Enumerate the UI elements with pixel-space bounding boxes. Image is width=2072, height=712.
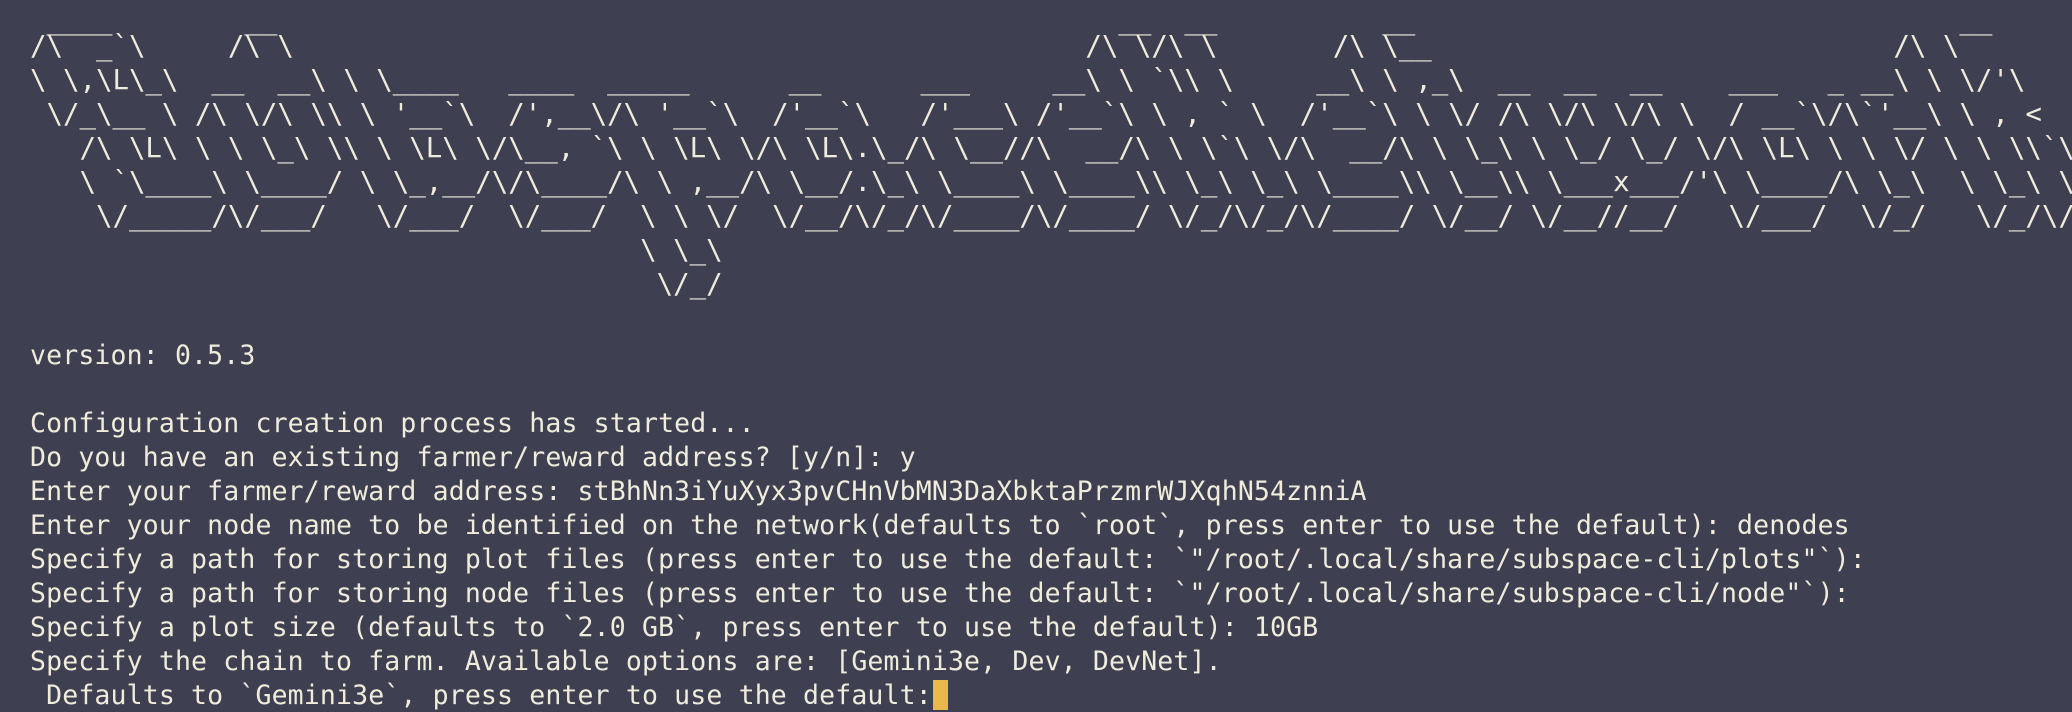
output-line: Enter your farmer/reward address: stBhNn… — [30, 476, 1367, 507]
ascii-banner-line: \ \,\L\_\ __ __\ \ \____ ____ _____ __ _… — [30, 65, 2026, 96]
terminal-window[interactable]: ____ __ __ __ __ __ /\ _`\ /\ \ /\ \/\ \ — [0, 0, 2072, 712]
output-line: Specify a plot size (defaults to `2.0 GB… — [30, 612, 1319, 643]
ascii-banner-line: /\ \L\ \ \ \_\ \\ \ \L\ \/\__, `\ \ \L\ … — [30, 133, 2072, 164]
text-cursor[interactable] — [932, 680, 948, 710]
output-line: Configuration creation process has start… — [30, 408, 755, 439]
ascii-banner-line: \/_\__ \ /\ \/\ \\ \ '__`\ /',__\/\ '__`… — [30, 99, 2042, 130]
ascii-banner-line: \/_____/\/___/ \/___/ \/___/ \ \ \/ \/__… — [30, 201, 2072, 232]
output-line: Specify a path for storing plot files (p… — [30, 544, 1866, 575]
output-line: Enter your node name to be identified on… — [30, 510, 1850, 541]
output-line: Specify the chain to farm. Available opt… — [30, 646, 1222, 677]
ascii-banner-line: /\ _`\ /\ \ /\ \/\ \ /\ \__ /\ \ — [30, 31, 1960, 62]
version-text: version: 0.5.3 — [30, 340, 256, 371]
output-line: Specify a path for storing node files (p… — [30, 578, 1850, 609]
ascii-banner-line: \ `\____\ \____/ \ \_,__/\/\____/\ \ ,__… — [30, 167, 2072, 198]
output-line: Do you have an existing farmer/reward ad… — [30, 442, 916, 473]
ascii-banner-line: \ \_\ — [30, 235, 723, 266]
prompt-line[interactable]: Defaults to `Gemini3e`, press enter to u… — [30, 679, 948, 712]
prompt-text: Defaults to `Gemini3e`, press enter to u… — [30, 680, 932, 711]
ascii-banner-line: \/_/ — [30, 269, 723, 300]
